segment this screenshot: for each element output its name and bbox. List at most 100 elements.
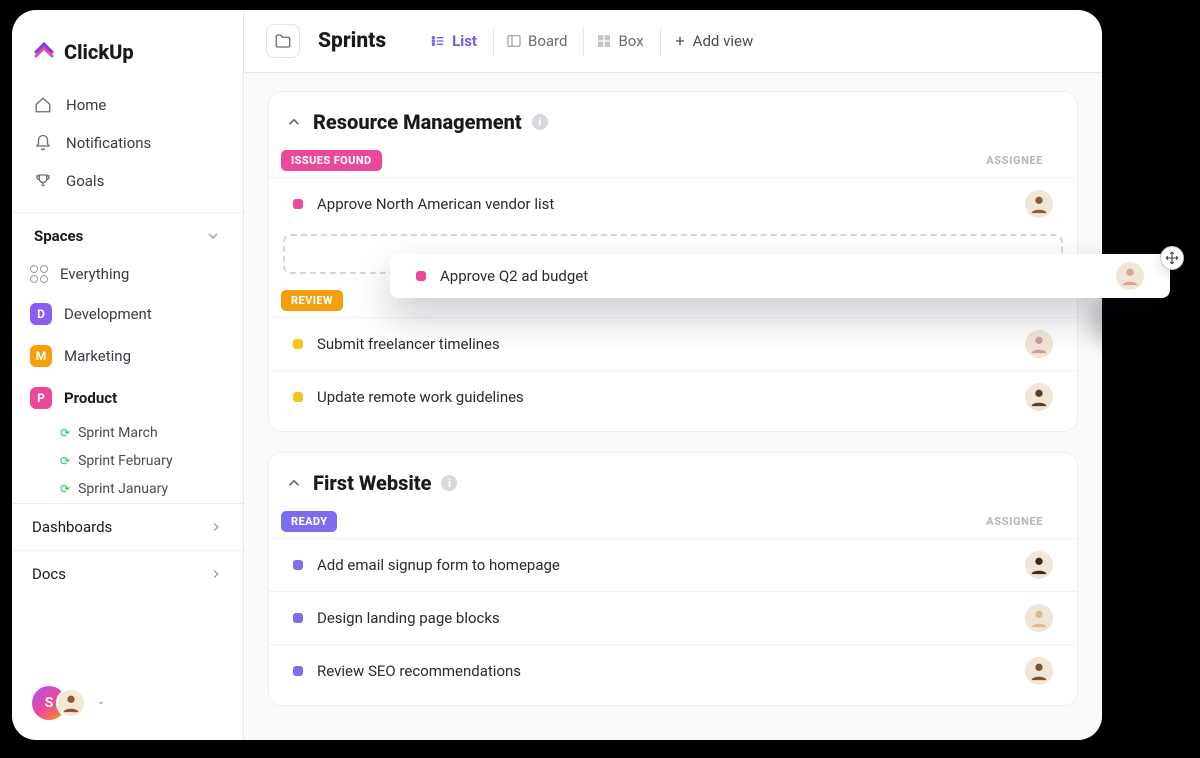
assignee-avatar[interactable] <box>1025 604 1053 632</box>
nav-home-label: Home <box>66 96 106 114</box>
space-badge: M <box>30 345 52 367</box>
everything-label: Everything <box>60 265 129 283</box>
space-item-development[interactable]: D Development <box>12 293 243 335</box>
app-shell: ClickUp Home Notifications Goals Spaces … <box>12 10 1102 740</box>
task-row[interactable]: Review SEO recommendations <box>269 644 1077 697</box>
status-square <box>293 199 303 209</box>
status-group-header: READY ASSIGNEE <box>269 505 1077 538</box>
task-name: Design landing page blocks <box>317 609 500 627</box>
status-square <box>293 560 303 570</box>
chevron-right-icon <box>209 520 223 534</box>
dashboards-label: Dashboards <box>32 518 112 536</box>
info-icon[interactable]: i <box>441 475 457 491</box>
status-square <box>416 271 426 281</box>
spaces-header[interactable]: Spaces <box>12 212 243 255</box>
content-scroll[interactable]: Resource Management i ISSUES FOUND ASSIG… <box>244 73 1102 740</box>
sprint-icon: ⟳ <box>60 454 70 468</box>
user-menu[interactable]: S <box>12 674 243 740</box>
list-title: First Website <box>313 471 431 495</box>
view-tab-box[interactable]: Box <box>583 26 655 56</box>
sprint-icon: ⟳ <box>60 426 70 440</box>
task-name: Update remote work guidelines <box>317 388 524 406</box>
nav-goals-label: Goals <box>66 172 104 190</box>
assignee-avatar[interactable] <box>1025 190 1053 218</box>
plus-icon <box>673 34 687 48</box>
space-label: Product <box>64 389 117 407</box>
dragging-task-card[interactable]: Approve Q2 ad budget <box>390 254 1170 298</box>
list-card: First Website i READY ASSIGNEE Add email… <box>268 452 1078 706</box>
caret-down-icon <box>96 698 106 708</box>
drag-shadow <box>1096 300 1176 340</box>
status-chip[interactable]: READY <box>281 511 337 532</box>
assignee-avatar[interactable] <box>1116 262 1144 290</box>
space-badge: D <box>30 303 52 325</box>
space-badge: P <box>30 387 52 409</box>
task-row[interactable]: Update remote work guidelines <box>269 370 1077 423</box>
task-name: Submit freelancer timelines <box>317 335 500 353</box>
chevron-up-icon[interactable] <box>285 474 303 492</box>
space-item-product[interactable]: P Product <box>12 377 243 419</box>
assignee-avatar[interactable] <box>1025 330 1053 358</box>
folder-icon[interactable] <box>266 24 300 58</box>
sprint-label: Sprint February <box>78 453 173 469</box>
dragging-task-name: Approve Q2 ad budget <box>440 267 588 285</box>
sprint-item[interactable]: ⟳ Sprint January <box>60 475 243 503</box>
space-item-marketing[interactable]: M Marketing <box>12 335 243 377</box>
view-tab-board[interactable]: Board <box>493 26 579 56</box>
grid-icon <box>30 265 48 283</box>
task-row[interactable]: Add email signup form to homepage <box>269 538 1077 591</box>
nav-notifications-label: Notifications <box>66 134 151 152</box>
spaces-header-label: Spaces <box>34 227 83 245</box>
board-view-icon <box>506 33 522 49</box>
task-row[interactable]: Approve North American vendor list <box>269 177 1077 230</box>
status-square <box>293 392 303 402</box>
list-view-icon <box>430 33 446 49</box>
sprint-item[interactable]: ⟳ Sprint February <box>60 447 243 475</box>
status-chip[interactable]: REVIEW <box>281 290 343 311</box>
view-tab-box-label: Box <box>618 32 643 50</box>
user-photo-avatar <box>56 688 86 718</box>
avatar-stack: S <box>32 686 86 720</box>
list-header[interactable]: First Website i <box>269 471 1077 505</box>
sidebar-everything[interactable]: Everything <box>12 255 243 293</box>
sidebar-docs[interactable]: Docs <box>12 550 243 597</box>
space-label: Development <box>64 305 152 323</box>
view-tab-board-label: Board <box>528 32 567 50</box>
sprint-label: Sprint January <box>78 481 168 497</box>
sprint-list: ⟳ Sprint March ⟳ Sprint February ⟳ Sprint Jan… <box>12 419 243 503</box>
space-label: Marketing <box>64 347 131 365</box>
sprint-label: Sprint March <box>78 425 158 441</box>
status-square <box>293 339 303 349</box>
nav-notifications[interactable]: Notifications <box>22 124 233 162</box>
assignee-column-header: ASSIGNEE <box>986 154 1043 167</box>
topbar: Sprints List Board Box Add view <box>244 10 1102 73</box>
chevron-down-icon <box>205 228 221 244</box>
assignee-avatar[interactable] <box>1025 551 1053 579</box>
brand[interactable]: ClickUp <box>12 28 243 82</box>
sprint-item[interactable]: ⟳ Sprint March <box>60 419 243 447</box>
view-tab-list[interactable]: List <box>418 26 489 56</box>
status-square <box>293 666 303 676</box>
sprint-icon: ⟳ <box>60 482 70 496</box>
status-chip[interactable]: ISSUES FOUND <box>281 150 382 171</box>
trophy-icon <box>34 172 52 190</box>
add-view-button[interactable]: Add view <box>660 26 766 56</box>
assignee-avatar[interactable] <box>1025 383 1053 411</box>
list-title: Resource Management <box>313 110 522 134</box>
task-name: Review SEO recommendations <box>317 662 521 680</box>
list-header[interactable]: Resource Management i <box>269 110 1077 144</box>
nav-home[interactable]: Home <box>22 86 233 124</box>
task-name: Add email signup form to homepage <box>317 556 560 574</box>
assignee-avatar[interactable] <box>1025 657 1053 685</box>
task-row[interactable]: Design landing page blocks <box>269 591 1077 644</box>
sidebar-dashboards[interactable]: Dashboards <box>12 503 243 550</box>
status-square <box>293 613 303 623</box>
info-icon[interactable]: i <box>532 114 548 130</box>
task-row[interactable]: Submit freelancer timelines <box>269 317 1077 370</box>
task-name: Approve North American vendor list <box>317 195 554 213</box>
chevron-up-icon[interactable] <box>285 113 303 131</box>
assignee-column-header: ASSIGNEE <box>986 515 1043 528</box>
primary-nav: Home Notifications Goals <box>12 82 243 204</box>
nav-goals[interactable]: Goals <box>22 162 233 200</box>
view-tab-list-label: List <box>452 32 477 50</box>
